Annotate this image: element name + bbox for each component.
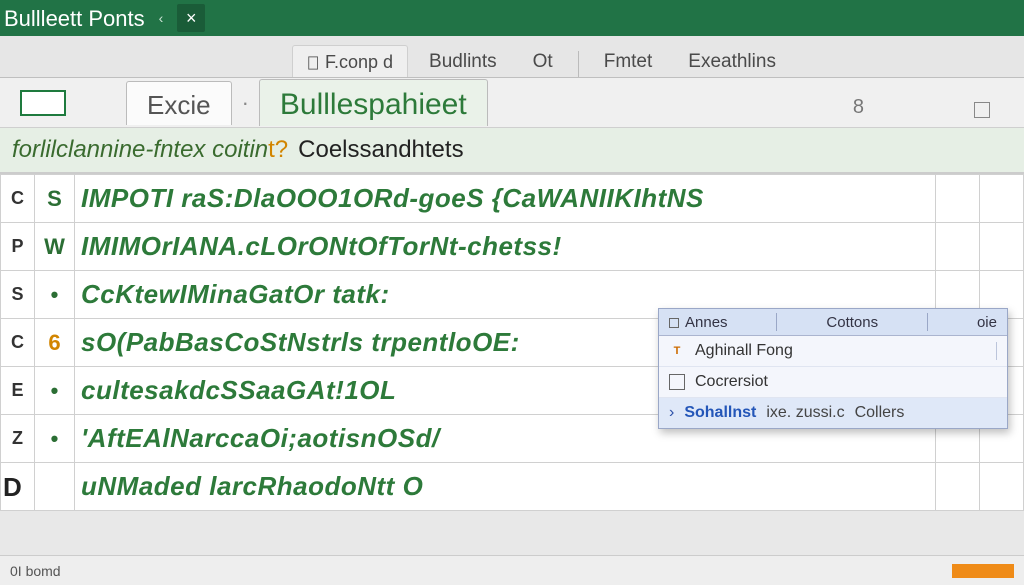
ribbon-subtabs: Excie · Bulllespahieet 8 xyxy=(0,78,1024,128)
ribbon-tab-3-label: Ot xyxy=(533,51,553,72)
dot-icon: · xyxy=(238,90,253,116)
bullet-cell[interactable]: S xyxy=(35,175,75,223)
context-menu-header-mid: Cottons xyxy=(826,314,878,331)
formula-qmark: t? xyxy=(268,136,288,164)
empty-cell[interactable] xyxy=(980,463,1024,511)
status-orange-indicator xyxy=(952,564,1014,578)
empty-cell[interactable] xyxy=(980,223,1024,271)
ribbon-tab-3[interactable]: Ot xyxy=(518,44,568,77)
divider xyxy=(927,313,928,331)
divider xyxy=(996,342,997,360)
formula-bar[interactable]: forlilclannine-fntex coitin t? Coelssand… xyxy=(0,128,1024,174)
subtab-bullespaheet-label: Bulllespahieet xyxy=(280,88,467,121)
bullet-cell[interactable]: • xyxy=(35,367,75,415)
row-header[interactable]: C xyxy=(1,175,35,223)
square-icon xyxy=(669,374,685,390)
bullet-cell[interactable]: W xyxy=(35,223,75,271)
column-header-b[interactable]: 8 xyxy=(853,96,864,119)
context-menu-item-3-b: ixe. zussi.c xyxy=(766,404,844,422)
context-menu-item-3[interactable]: › Sohallnst ixe. zussi.c Collers xyxy=(659,398,1007,428)
empty-cell[interactable] xyxy=(936,223,980,271)
status-bar: 0I bomd xyxy=(0,555,1024,585)
ribbon-tab-5[interactable]: Exeathlins xyxy=(673,44,791,77)
document-icon xyxy=(307,56,321,70)
context-menu-item-1-label: Aghinall Fong xyxy=(695,342,793,360)
subtab-bullespaheet[interactable]: Bulllespahieet xyxy=(259,79,488,126)
row-header[interactable]: E xyxy=(1,367,35,415)
content-cell[interactable]: IMPOTI raS:DlaOOO1ORd-goeS {CaWANIIKIhtN… xyxy=(75,175,936,223)
context-menu-header: Annes Cottons oie xyxy=(659,309,1007,336)
ribbon-tab-5-label: Exeathlins xyxy=(688,51,776,72)
text-icon: T xyxy=(669,343,685,359)
context-menu-item-3-a: Sohallnst xyxy=(684,404,756,422)
bullet-cell[interactable]: • xyxy=(35,415,75,463)
close-icon[interactable]: × xyxy=(177,4,205,32)
checkbox-icon[interactable] xyxy=(669,318,679,328)
context-menu-item-3-c: Collers xyxy=(855,404,905,422)
name-box[interactable] xyxy=(20,90,66,116)
ribbon-tab-1[interactable]: F.conp d xyxy=(292,45,408,77)
chevron-left-icon[interactable]: ‹ xyxy=(155,10,168,26)
subtab-excie-label: Excie xyxy=(147,90,211,120)
row-header[interactable]: C xyxy=(1,319,35,367)
ribbon-tab-2-label: Budlints xyxy=(429,51,497,72)
row-header[interactable]: S xyxy=(1,271,35,319)
context-menu-item-2-label: Cocrersiot xyxy=(695,373,768,391)
content-cell[interactable]: uNMaded larcRhaodoNtt O xyxy=(75,463,936,511)
empty-cell[interactable] xyxy=(936,175,980,223)
status-left-text: 0I bomd xyxy=(10,563,61,579)
row-header[interactable]: Z xyxy=(1,415,35,463)
context-menu-header-left: Annes xyxy=(685,314,728,331)
context-menu-item-1[interactable]: T Aghinall Fong xyxy=(659,336,1007,367)
context-menu-header-right: oie xyxy=(977,314,997,331)
ribbon-tabs: F.conp d Budlints Ot Fmtet Exeathlins Ba… xyxy=(0,36,1024,78)
formula-text-right: Coelssandhtets xyxy=(298,136,463,164)
context-menu: Annes Cottons oie T Aghinall Fong Cocrer… xyxy=(658,308,1008,429)
table-row[interactable]: CSIMPOTI raS:DlaOOO1ORd-goeS {CaWANIIKIh… xyxy=(1,175,1024,223)
divider xyxy=(578,51,579,77)
ribbon-tab-4-label: Fmtet xyxy=(604,51,653,72)
row-header[interactable]: P xyxy=(1,223,35,271)
content-cell[interactable]: IMIMOrIANA.cLOrONtOfTorNt-chetss! xyxy=(75,223,936,271)
row-header-d[interactable]: D xyxy=(3,472,22,503)
empty-cell[interactable] xyxy=(980,175,1024,223)
bullet-cell[interactable]: 6 xyxy=(35,319,75,367)
formula-text-left: forlilclannine-fntex coitin xyxy=(12,136,268,164)
divider xyxy=(776,313,777,331)
window-title: Bullleett Ponts xyxy=(4,4,145,32)
table-row[interactable]: PWIMIMOrIANA.cLOrONtOfTorNt-chetss! xyxy=(1,223,1024,271)
ribbon-tab-1-label: F.conp d xyxy=(325,52,393,73)
ribbon-tab-2[interactable]: Budlints xyxy=(414,44,512,77)
subtab-excie[interactable]: Excie xyxy=(126,81,232,125)
context-menu-item-2[interactable]: Cocrersiot xyxy=(659,367,1007,398)
empty-cell[interactable] xyxy=(936,463,980,511)
window-titlebar: Bullleett Ponts ‹ × xyxy=(0,0,1024,36)
bullet-cell[interactable]: • xyxy=(35,271,75,319)
table-row[interactable]: uNMaded larcRhaodoNtt O xyxy=(1,463,1024,511)
bullet-cell[interactable] xyxy=(35,463,75,511)
ribbon-tab-4[interactable]: Fmtet xyxy=(589,44,668,77)
submenu-arrow-icon: › xyxy=(669,404,674,422)
